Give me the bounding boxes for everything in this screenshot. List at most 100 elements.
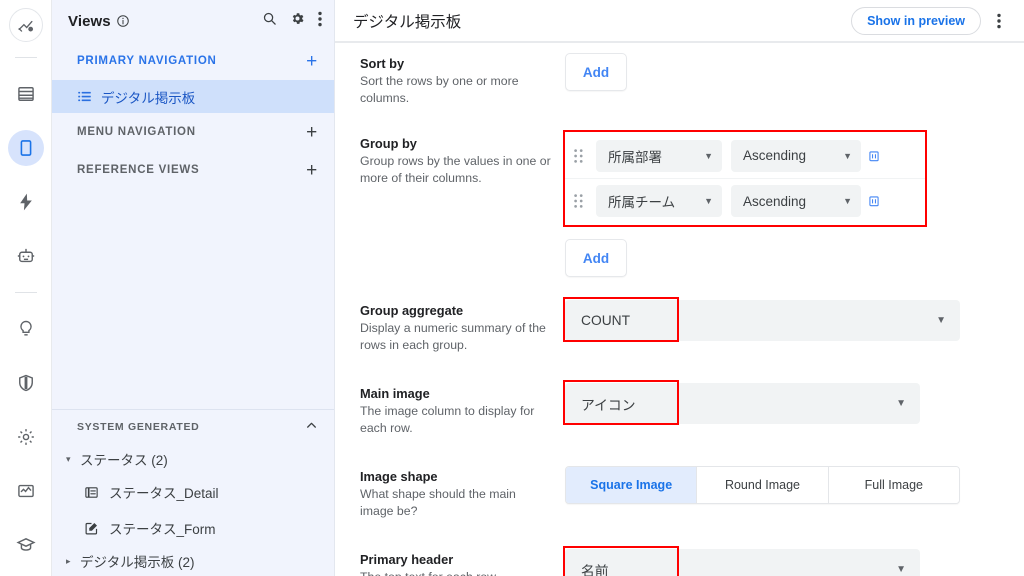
system-generated-group-status[interactable]: ▾ ステータス (2) — [52, 444, 334, 474]
sort-by-control: Add — [565, 52, 1024, 107]
sidebar-section-label: PRIMARY NAVIGATION — [77, 55, 217, 67]
group-by-label: Group by Group rows by the values in one… — [360, 132, 565, 277]
app-preview-icon[interactable] — [7, 130, 44, 166]
image-shape-option-round[interactable]: Round Image — [697, 467, 829, 503]
learn-icon[interactable] — [8, 527, 44, 563]
main-image-label: Main image The image column to display f… — [360, 382, 565, 437]
setting-description: The top text for each row — [360, 569, 551, 576]
main-header: デジタル掲示板 Show in preview — [335, 0, 1024, 42]
rail-divider-top — [14, 57, 37, 58]
drag-handle-icon[interactable] — [574, 148, 590, 163]
form-view-icon — [84, 521, 104, 536]
more-vertical-icon[interactable] — [318, 11, 322, 32]
add-menu-view-icon[interactable]: + — [306, 123, 318, 142]
setting-description: Display a numeric summary of the rows in… — [360, 321, 546, 352]
setting-row-main-image: Main image The image column to display f… — [335, 380, 1024, 437]
image-shape-segmented-control: Square Image Round Image Full Image — [565, 466, 960, 504]
group-by-direction-value: Ascending — [743, 193, 807, 209]
setting-description: The image column to display for each row… — [360, 404, 535, 435]
group-label: デジタル掲示板 (2) — [80, 555, 195, 570]
primary-header-select[interactable]: 名前 ▼ — [565, 549, 920, 576]
sidebar-section-primary-navigation[interactable]: PRIMARY NAVIGATION + — [52, 42, 334, 80]
group-by-column-select[interactable]: 所属部署 ▼ — [596, 139, 722, 172]
setting-row-primary-header: Primary header The top text for each row… — [335, 546, 1024, 576]
group-aggregate-value: COUNT — [581, 313, 631, 328]
group-by-direction-select[interactable]: Ascending ▼ — [731, 139, 861, 172]
trash-icon[interactable] — [861, 194, 887, 208]
group-by-row: 所属チーム ▼ Ascending ▼ — [565, 178, 925, 223]
settings-form: Sort by Sort the rows by one or more col… — [335, 42, 1024, 576]
scroll-edge — [335, 42, 1024, 43]
group-by-column-select[interactable]: 所属チーム ▼ — [596, 185, 722, 217]
main-header-actions: Show in preview — [851, 6, 1011, 35]
group-by-column-value: 所属部署 — [608, 149, 662, 165]
image-shape-label: Image shape What shape should the main i… — [360, 465, 565, 520]
automation-icon[interactable] — [8, 184, 44, 220]
group-by-row: 所属部署 ▼ Ascending ▼ — [565, 133, 925, 178]
primary-header-value: 名前 — [581, 563, 609, 576]
show-in-preview-button[interactable]: Show in preview — [851, 6, 981, 35]
group-by-direction-select[interactable]: Ascending ▼ — [731, 185, 861, 217]
security-icon[interactable] — [8, 365, 44, 401]
main-panel: デジタル掲示板 Show in preview Sort by Sort the… — [335, 0, 1024, 576]
add-primary-view-icon[interactable]: + — [306, 52, 318, 71]
sidebar-item-digital-board[interactable]: デジタル掲示板 — [52, 80, 334, 113]
gear-icon[interactable] — [290, 11, 305, 31]
insights-icon[interactable] — [8, 311, 44, 347]
primary-header-label: Primary header The top text for each row — [360, 548, 565, 576]
system-generated-section: SYSTEM GENERATED ▾ ステータス (2) ステータス_Detai… — [52, 410, 334, 576]
image-shape-option-square[interactable]: Square Image — [566, 467, 698, 503]
sidebar-item-label: ステータス_Detail — [109, 486, 219, 501]
sidebar-section-menu-navigation[interactable]: MENU NAVIGATION + — [52, 113, 334, 151]
sidebar-item-status-detail[interactable]: ステータス_Detail — [52, 474, 334, 510]
views-list: PRIMARY NAVIGATION + デジタル掲示板 MENU NAVIGA… — [52, 42, 334, 409]
group-aggregate-control: COUNT ▼ — [563, 297, 1024, 354]
left-icon-rail — [0, 0, 52, 576]
setting-title: Group by — [360, 136, 417, 151]
image-shape-option-full[interactable]: Full Image — [828, 467, 959, 503]
chevron-down-icon: ▼ — [843, 196, 852, 206]
sidebar-section-label: MENU NAVIGATION — [77, 126, 196, 138]
sidebar-item-label: ステータス_Form — [109, 522, 216, 537]
sidebar-item-status-form[interactable]: ステータス_Form — [52, 510, 334, 546]
group-aggregate-label: Group aggregate Display a numeric summar… — [360, 299, 565, 354]
settings-icon[interactable] — [8, 419, 44, 455]
chevron-down-icon: ▼ — [843, 150, 852, 161]
page-title: Views — [68, 12, 111, 30]
setting-title: Group aggregate — [360, 303, 464, 318]
setting-row-group-aggregate: Group aggregate Display a numeric summar… — [335, 297, 1024, 354]
group-aggregate-select[interactable]: COUNT ▼ — [565, 300, 960, 341]
group-by-column-value: 所属チーム — [608, 195, 676, 210]
primary-header-control: 名前 ▼ — [563, 546, 1024, 576]
sort-by-add-button[interactable]: Add — [565, 53, 627, 91]
system-generated-group-digital-board[interactable]: ▸ デジタル掲示板 (2) — [52, 546, 334, 576]
image-shape-control: Square Image Round Image Full Image — [565, 465, 1024, 520]
sidebar-section-reference-views[interactable]: REFERENCE VIEWS + — [52, 151, 334, 189]
sort-by-label: Sort by Sort the rows by one or more col… — [360, 52, 565, 107]
intelligence-icon[interactable] — [8, 238, 44, 274]
drag-handle-icon[interactable] — [574, 194, 590, 208]
trash-icon[interactable] — [861, 149, 887, 163]
chevron-down-icon: ▼ — [704, 196, 713, 206]
system-generated-label: SYSTEM GENERATED — [77, 421, 200, 433]
more-vertical-icon[interactable] — [987, 13, 1011, 29]
sidebar-section-label: REFERENCE VIEWS — [77, 164, 200, 176]
search-icon[interactable] — [262, 11, 277, 31]
monitor-icon[interactable] — [8, 473, 44, 509]
expand-triangle-icon[interactable]: ▸ — [66, 556, 80, 567]
system-generated-header[interactable]: SYSTEM GENERATED — [52, 410, 334, 444]
info-icon[interactable] — [116, 14, 130, 28]
add-reference-view-icon[interactable]: + — [306, 161, 318, 180]
chevron-up-icon[interactable] — [305, 419, 318, 435]
setting-row-group-by: Group by Group rows by the values in one… — [335, 130, 1024, 277]
expand-triangle-icon[interactable]: ▾ — [66, 454, 80, 465]
setting-row-sort-by: Sort by Sort the rows by one or more col… — [335, 52, 1024, 107]
app-logo-icon[interactable] — [8, 8, 43, 42]
setting-description: Group rows by the values in one or more … — [360, 154, 551, 185]
chevron-down-icon: ▼ — [896, 398, 906, 409]
app-root: Views PRIMARY NAVIGATION + デジタル掲示板 MENU … — [0, 0, 1024, 576]
group-by-add-button[interactable]: Add — [565, 239, 627, 277]
main-image-select[interactable]: アイコン ▼ — [565, 383, 920, 424]
group-by-direction-value: Ascending — [743, 148, 807, 163]
data-icon[interactable] — [8, 76, 44, 112]
